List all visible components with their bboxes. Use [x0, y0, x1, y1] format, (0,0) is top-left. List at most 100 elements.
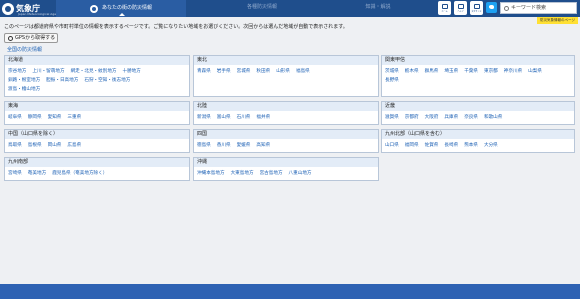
region-panel-tohoku: 東北 青森県 岩手県 宮城県 秋田県 山形県 福島県: [193, 55, 379, 97]
site-footer: [0, 284, 580, 299]
region-link[interactable]: 福井県: [256, 113, 270, 122]
region-link[interactable]: 八重山地方: [289, 169, 312, 178]
region-link[interactable]: 広島県: [67, 141, 81, 150]
tab-disaster-info[interactable]: 各種防災情報: [232, 0, 292, 17]
region-link[interactable]: 渡島・檜山地方: [8, 85, 40, 94]
region-title: 四国: [194, 130, 378, 139]
region-link[interactable]: 富山県: [217, 113, 231, 122]
region-link[interactable]: 群馬県: [425, 67, 439, 76]
region-link[interactable]: 宗谷地方: [8, 67, 26, 76]
gps-crosshair-icon: [8, 35, 13, 41]
region-link[interactable]: 山梨県: [528, 67, 542, 76]
text-size-button[interactable]: 文字サイズ: [470, 1, 483, 15]
region-link[interactable]: 岐阜県: [8, 113, 22, 122]
jma-logo[interactable]: 気象庁 Japan Meteorological Agency: [2, 1, 61, 16]
region-panel-chugoku: 中国（山口県を除く） 鳥取県 島根県 岡山県 広島県: [4, 129, 190, 153]
region-link[interactable]: 栃木県: [405, 67, 419, 76]
region-link[interactable]: 三重県: [67, 113, 81, 122]
region-link[interactable]: 愛知県: [48, 113, 62, 122]
region-panel-okinawa: 沖縄 沖縄本島地方 大東島地方 宮古島地方 八重山地方: [193, 157, 379, 181]
region-link[interactable]: 徳島県: [197, 141, 211, 150]
region-link[interactable]: 静岡県: [28, 113, 42, 122]
notice-banner[interactable]: 防災気象情報のページ: [537, 17, 578, 24]
nationwide-link[interactable]: 全国の防災情報: [7, 46, 42, 53]
tab-label: あなたの街の防災情報: [101, 5, 152, 11]
region-link[interactable]: 大分県: [484, 141, 498, 150]
region-link[interactable]: 秋田県: [256, 67, 270, 76]
region-link[interactable]: 上川・留萌地方: [32, 67, 64, 76]
region-link[interactable]: 兵庫県: [444, 113, 458, 122]
region-link[interactable]: 長崎県: [444, 141, 458, 150]
region-title: 近畿: [382, 102, 574, 111]
location-pin-icon: [89, 4, 98, 13]
region-title: 東北: [194, 56, 378, 65]
region-link[interactable]: 愛媛県: [237, 141, 251, 150]
region-link[interactable]: 岡山県: [48, 141, 62, 150]
region-link[interactable]: 岩手県: [217, 67, 231, 76]
region-title: 沖縄: [194, 158, 378, 167]
home-icon: [441, 3, 448, 9]
region-link[interactable]: 千葉県: [464, 67, 478, 76]
region-title: 九州北部（山口県を含む）: [382, 130, 574, 139]
region-link[interactable]: 佐賀県: [425, 141, 439, 150]
region-link[interactable]: 茨城県: [385, 67, 399, 76]
region-title: 東海: [5, 102, 189, 111]
logo-subtitle: Japan Meteorological Agency: [18, 12, 62, 16]
region-link[interactable]: 石川県: [237, 113, 251, 122]
region-panel-kanto-koshin: 関東甲信 茨城県 栃木県 群馬県 埼玉県 千葉県 東京都 神奈川県 山梨県 長野県: [381, 55, 575, 97]
region-link[interactable]: 奈良県: [464, 113, 478, 122]
region-link[interactable]: 宮城県: [237, 67, 251, 76]
help-button[interactable]: ヘルプ: [454, 1, 467, 15]
intro-text: このページは都道府県や市町村単位の情報を表示するページです。ご覧になりたい地域を…: [4, 24, 348, 30]
region-link[interactable]: 福島県: [296, 67, 310, 76]
search-icon: [504, 5, 509, 11]
region-link[interactable]: 大阪府: [425, 113, 439, 122]
jma-logo-icon: [2, 2, 14, 15]
region-link[interactable]: 山形県: [276, 67, 290, 76]
region-link[interactable]: 京都府: [405, 113, 419, 122]
home-button[interactable]: ホーム: [438, 1, 451, 15]
region-panel-kyushu-south: 九州南部 宮崎県 奄美地方 鹿児島県（奄美地方除く）: [4, 157, 190, 181]
region-link[interactable]: 胆振・日高地方: [46, 76, 78, 85]
region-title: 関東甲信: [382, 56, 574, 65]
region-link[interactable]: 奄美地方: [28, 169, 46, 178]
gps-button[interactable]: GPSから取得する: [4, 33, 58, 43]
region-link[interactable]: 青森県: [197, 67, 211, 76]
region-link[interactable]: 宮崎県: [8, 169, 22, 178]
region-link[interactable]: 滋賀県: [385, 113, 399, 122]
region-link[interactable]: 高知県: [256, 141, 270, 150]
text-size-icon: [473, 3, 480, 9]
region-panel-tokai: 東海 岐阜県 静岡県 愛知県 三重県: [4, 101, 190, 125]
gps-button-label: GPSから取得する: [15, 35, 56, 41]
region-link[interactable]: 福岡県: [405, 141, 419, 150]
region-link[interactable]: 香川県: [217, 141, 231, 150]
region-link[interactable]: 新潟県: [197, 113, 211, 122]
region-link[interactable]: 鹿児島県（奄美地方除く）: [52, 169, 107, 178]
tab-knowledge[interactable]: 知識・解説: [348, 0, 408, 17]
search-input[interactable]: キーワード検索: [500, 2, 577, 14]
region-link[interactable]: 神奈川県: [504, 67, 522, 76]
region-link[interactable]: 沖縄本島地方: [197, 169, 225, 178]
region-link[interactable]: 和歌山県: [484, 113, 502, 122]
region-link[interactable]: 宮古島地方: [260, 169, 283, 178]
region-link[interactable]: 山口県: [385, 141, 399, 150]
region-panel-hokkaido: 北海道 宗谷地方 上川・留萌地方 網走・北見・紋別地方 十勝地方 釧路・根室地方 胆振・…: [4, 55, 190, 97]
twitter-icon[interactable]: [486, 2, 497, 13]
region-link[interactable]: 島根県: [28, 141, 42, 150]
region-link[interactable]: 東京都: [484, 67, 498, 76]
home-label: ホーム: [441, 10, 448, 13]
region-title: 中国（山口県を除く）: [5, 130, 189, 139]
region-link[interactable]: 十勝地方: [123, 67, 141, 76]
region-link[interactable]: 鳥取県: [8, 141, 22, 150]
help-icon: [457, 3, 464, 9]
region-link[interactable]: 大東島地方: [231, 169, 254, 178]
region-link[interactable]: 釧路・根室地方: [8, 76, 40, 85]
region-link[interactable]: 長野県: [385, 76, 399, 85]
region-link[interactable]: 埼玉県: [444, 67, 458, 76]
region-link[interactable]: 石狩・空知・後志地方: [84, 76, 130, 85]
region-link[interactable]: 熊本県: [464, 141, 478, 150]
region-panel-hokuriku: 北陸 新潟県 富山県 石川県 福井県: [193, 101, 379, 125]
region-link[interactable]: 網走・北見・紋別地方: [71, 67, 117, 76]
region-panel-kyushu-north: 九州北部（山口県を含む） 山口県 福岡県 佐賀県 長崎県 熊本県 大分県: [381, 129, 575, 153]
tab-local-disaster-info[interactable]: あなたの街の防災情報: [56, 0, 186, 17]
